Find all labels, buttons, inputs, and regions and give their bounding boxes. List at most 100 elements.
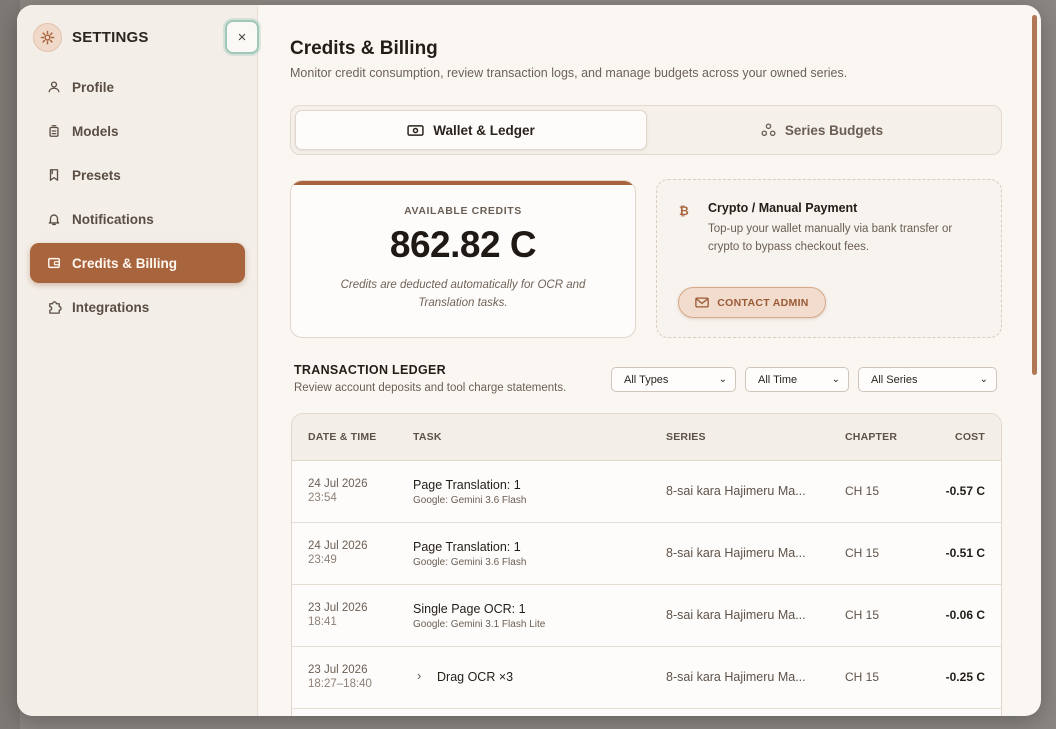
row-datetime: 23 Jul 2026 18:27–18:40	[308, 663, 372, 691]
row-time: 18:41	[308, 616, 337, 628]
transaction-table: DATE & TIME TASK SERIES CHAPTER COST 24 …	[291, 413, 1002, 716]
contact-admin-button[interactable]: CONTACT ADMIN	[678, 287, 826, 318]
credits-label: AVAILABLE CREDITS	[404, 205, 522, 217]
sidebar-item-notifications[interactable]: Notifications	[30, 199, 245, 239]
sidebar-item-label: Notifications	[72, 211, 154, 227]
row-task-model: Google: Gemini 3.6 Flash	[413, 495, 527, 506]
row-date: 23 Jul 2026	[308, 664, 368, 676]
ledger-subtitle: Review account deposits and tool charge …	[294, 382, 567, 394]
cash-icon	[407, 124, 424, 137]
ledger-title: TRANSACTION LEDGER	[294, 363, 446, 377]
row-task: Page Translation: 1 Google: Gemini 3.6 Fl…	[413, 478, 526, 508]
tab-label: Series Budgets	[784, 122, 884, 138]
tab-series-budgets[interactable]: Series Budgets	[647, 110, 997, 150]
sidebar-item-label: Models	[72, 123, 119, 139]
billing-tabs: Wallet & Ledger Series Budgets	[290, 105, 1002, 155]
table-row[interactable]: 23 Jul 2026 18:41 Single Page OCR: 1 Googl…	[292, 585, 1001, 647]
row-cost: -0.51 C	[945, 546, 985, 560]
chevron-down-icon: ⌄	[979, 374, 988, 385]
row-time: 18:27–18:40	[308, 678, 372, 690]
sidebar-item-models[interactable]: Models	[30, 111, 245, 151]
sidebar-item-label: Profile	[72, 79, 115, 95]
circles-icon	[761, 123, 776, 137]
tab-wallet-ledger[interactable]: Wallet & Ledger	[295, 110, 647, 150]
page-subtitle: Monitor credit consumption, review trans…	[290, 66, 848, 80]
sidebar-item-integrations[interactable]: Integrations	[30, 287, 245, 327]
row-series: 8-sai kara Hajimeru Ma...	[666, 546, 806, 560]
sidebar-nav: Profile Models Presets Notifications Cre…	[30, 67, 245, 331]
settings-gear-icon	[33, 22, 62, 52]
card-accent-bar	[291, 181, 635, 185]
credits-note: Credits are deducted automatically for O…	[340, 279, 586, 309]
row-chapter: CH 15	[845, 608, 880, 622]
col-chapter: CHAPTER	[845, 431, 898, 443]
row-task-name: Drag OCR ×3	[437, 670, 514, 684]
row-time: 23:54	[308, 492, 337, 504]
col-task: TASK	[413, 431, 442, 443]
row-date: 24 Jul 2026	[308, 478, 368, 490]
row-task: Single Page OCR: 1 Google: Gemini 3.1 Fla…	[413, 602, 545, 632]
available-credits-card: AVAILABLE CREDITS 862.82 C Credits are d…	[290, 180, 636, 338]
credits-value: 862.82 C	[389, 224, 537, 265]
row-task-name: Single Page OCR: 1	[413, 602, 526, 616]
close-button[interactable]: ×	[225, 20, 259, 54]
col-cost: COST	[955, 431, 985, 443]
filter-series-select[interactable]: All Series ⌄	[858, 367, 997, 392]
filter-value: All Series	[871, 373, 918, 386]
row-datetime: 23 Jul 2026 18:41	[308, 601, 367, 629]
filter-time-select[interactable]: All Time ⌄	[745, 367, 849, 392]
filter-value: All Time	[758, 373, 798, 386]
sidebar-item-credits-billing[interactable]: Credits & Billing	[30, 243, 245, 283]
row-task-model: Google: Gemini 3.1 Flash Lite	[413, 619, 546, 630]
row-cost: -0.57 C	[945, 484, 985, 498]
row-task: Drag OCR ×3	[437, 670, 513, 685]
scrollbar[interactable]	[1032, 15, 1037, 375]
row-chapter: CH 15	[845, 546, 880, 560]
sidebar-header: SETTINGS ×	[33, 20, 259, 54]
col-series: SERIES	[666, 431, 706, 443]
row-series: 8-sai kara Hajimeru Ma...	[666, 608, 806, 622]
puzzle-icon	[46, 299, 62, 315]
settings-sidebar: SETTINGS × Profile Models Presets Notifi…	[17, 5, 259, 716]
user-icon	[46, 79, 62, 95]
table-row[interactable]: 24 Jul 2026 23:54 Page Translation: 1 Goog…	[292, 461, 1001, 523]
wallet-icon	[46, 255, 62, 271]
row-cost: -0.25 C	[945, 670, 985, 684]
sidebar-item-label: Presets	[72, 167, 121, 183]
bell-icon	[46, 211, 62, 227]
page-title: Credits & Billing	[290, 38, 438, 59]
sidebar-item-label: Credits & Billing	[72, 255, 178, 271]
sidebar-item-presets[interactable]: Presets	[30, 155, 245, 195]
filter-type-select[interactable]: All Types ⌄	[611, 367, 736, 392]
chevron-right-icon[interactable]: ›	[417, 668, 421, 683]
row-series: 8-sai kara Hajimeru Ma...	[666, 670, 806, 684]
tab-label: Wallet & Ledger	[433, 122, 535, 138]
bitcoin-icon: ₿	[679, 204, 689, 218]
sidebar-title: SETTINGS	[72, 28, 149, 46]
table-row-group[interactable]: 23 Jul 2026 18:27–18:40 › Drag OCR ×3 8-s…	[292, 647, 1001, 709]
bookmark-icon	[46, 167, 62, 183]
filter-value: All Types	[624, 373, 669, 386]
sidebar-item-label: Integrations	[72, 299, 150, 315]
crypto-payment-card: ₿ Crypto / Manual Payment Top-up your wa…	[656, 179, 1002, 338]
row-datetime: 24 Jul 2026 23:54	[308, 477, 367, 505]
row-task: Page Translation: 1 Google: Gemini 3.6 Fl…	[413, 540, 526, 570]
table-row[interactable]: 24 Jul 2026 23:49 Page Translation: 1 Goog…	[292, 523, 1001, 585]
row-chapter: CH 15	[845, 484, 880, 498]
row-time: 23:49	[308, 554, 337, 566]
row-date: 23 Jul 2026	[308, 602, 368, 614]
row-task-name: Page Translation: 1	[413, 478, 521, 492]
mail-icon	[695, 297, 710, 308]
row-date: 24 Jul 2026	[308, 540, 368, 552]
row-cost: -0.06 C	[945, 608, 985, 622]
crypto-title: Crypto / Manual Payment	[708, 201, 858, 215]
row-chapter: CH 15	[845, 670, 880, 684]
chevron-down-icon: ⌄	[718, 374, 727, 385]
row-datetime: 24 Jul 2026 23:49	[308, 539, 367, 567]
row-task-name: Page Translation: 1	[413, 540, 521, 554]
contact-admin-label: CONTACT ADMIN	[717, 296, 809, 309]
sidebar-item-profile[interactable]: Profile	[30, 67, 245, 107]
row-series: 8-sai kara Hajimeru Ma...	[666, 484, 806, 498]
col-date: DATE & TIME	[308, 431, 377, 443]
chevron-down-icon: ⌄	[831, 374, 840, 385]
